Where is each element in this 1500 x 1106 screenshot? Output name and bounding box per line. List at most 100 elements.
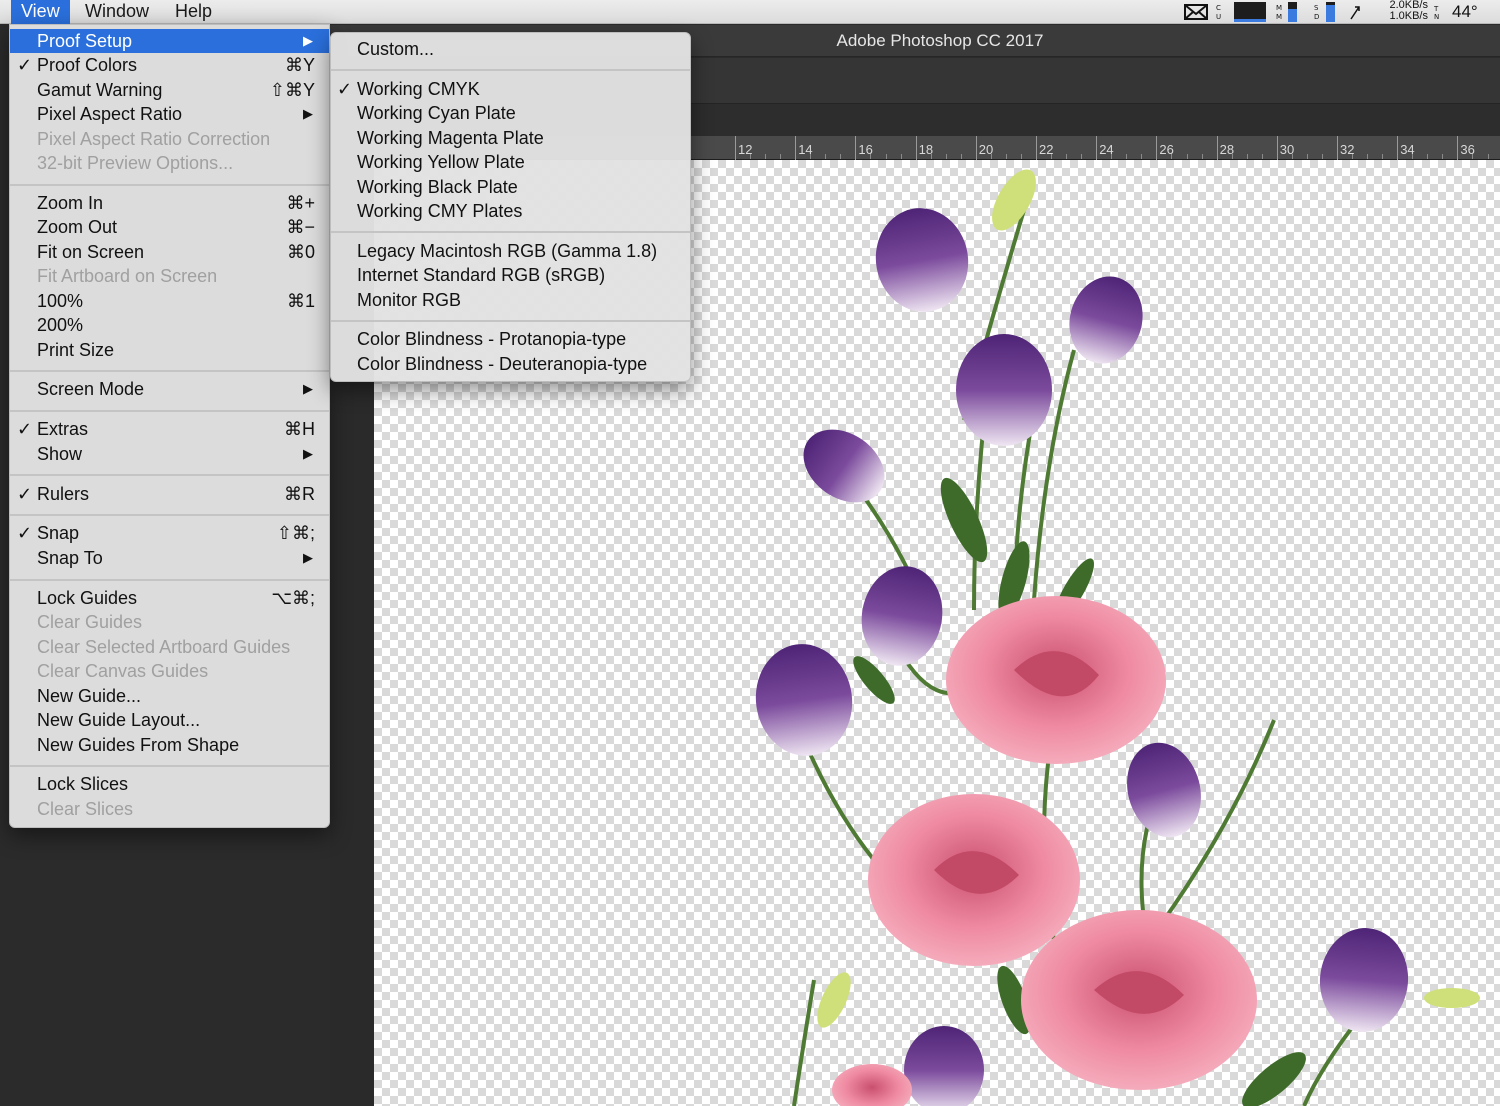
shortcut-label: ⌘1 (286, 291, 315, 311)
menu-item-label: Clear Slices (37, 799, 134, 819)
menu-item-label: 100% (37, 291, 84, 311)
menu-item-label: Working Cyan Plate (357, 103, 516, 123)
menu-item-screen-mode[interactable]: Screen Mode ▶ (10, 377, 329, 401)
menu-item-zoom-in[interactable]: Zoom In ⌘+ (10, 191, 329, 215)
temperature-readout[interactable]: 44° (1452, 2, 1478, 22)
ruler-tick (975, 136, 977, 160)
ruler-tick (1337, 136, 1338, 160)
shortcut-label: ⌘+ (286, 193, 315, 213)
submenu-arrow-icon: ▶ (303, 381, 313, 396)
menu-item-extras[interactable]: ✓ Extras ⌘H (10, 417, 329, 441)
menu-item-print-size[interactable]: Print Size (10, 338, 329, 362)
ruler-minor-tick (1126, 154, 1128, 159)
ruler-minor-tick (1427, 154, 1429, 159)
menu-item-proof-setup[interactable]: Proof Setup ▶ (10, 29, 329, 53)
ruler-minor-tick (750, 154, 752, 159)
menu-item-fit-on-screen[interactable]: Fit on Screen ⌘0 (10, 240, 329, 264)
svg-text:M: M (1276, 13, 1282, 21)
menu-item-label: Rulers (37, 484, 90, 504)
menu-item-new-guides-from-shape[interactable]: New Guides From Shape (10, 733, 329, 757)
menu-item-working-cyan-plate[interactable]: Working Cyan Plate (331, 101, 690, 125)
svg-text:D: D (1314, 13, 1319, 21)
mail-icon[interactable] (1184, 3, 1208, 21)
menu-item-working-black-plate[interactable]: Working Black Plate (331, 175, 690, 199)
menu-view[interactable]: View (11, 0, 70, 24)
menu-item-lock-guides[interactable]: Lock Guides ⌥⌘; (10, 586, 329, 610)
menu-item-label: Print Size (37, 340, 115, 360)
menu-item-working-yellow-plate[interactable]: Working Yellow Plate (331, 150, 690, 174)
cpu-meter-icon[interactable]: C U (1216, 2, 1268, 22)
menu-item-label: Internet Standard RGB (sRGB) (357, 265, 606, 285)
menu-item-show[interactable]: Show ▶ (10, 442, 329, 466)
svg-text:C: C (1216, 4, 1221, 12)
ruler-minor-tick (1306, 154, 1308, 159)
menu-item-label: Fit on Screen (37, 242, 145, 262)
menu-item-lock-slices[interactable]: Lock Slices (10, 772, 329, 796)
checkmark-icon: ✓ (337, 79, 353, 99)
ruler-minor-tick (1442, 154, 1444, 159)
menu-item-zoom-out[interactable]: Zoom Out ⌘− (10, 215, 329, 239)
disk-meter-icon[interactable]: S D (1314, 2, 1336, 22)
menu-item-200[interactable]: 200% (10, 313, 329, 337)
menu-item-working-cmy-plates[interactable]: Working CMY Plates (331, 199, 690, 223)
menu-item-internet-standard-rgb-srgb[interactable]: Internet Standard RGB (sRGB) (331, 263, 690, 287)
ruler-tick (1156, 136, 1158, 160)
shortcut-label: ⌘R (284, 484, 315, 504)
menu-item-label: Clear Canvas Guides (37, 661, 209, 681)
menu-item-monitor-rgb[interactable]: Monitor RGB (331, 288, 690, 312)
svg-text:N: N (1434, 13, 1439, 21)
ruler-minor-tick (825, 154, 827, 159)
ruler-minor-tick (945, 154, 947, 159)
ruler-tick (1276, 136, 1278, 160)
menu-item-snap[interactable]: ✓ Snap ⇧⌘; (10, 521, 329, 545)
menu-item-gamut-warning[interactable]: Gamut Warning ⇧⌘Y (10, 78, 329, 102)
proof-setup-submenu: Custom... ✓ Working CMYK Working Cyan Plate… (330, 32, 691, 382)
menu-item-snap-to[interactable]: Snap To ▶ (10, 546, 329, 570)
menu-item-rulers[interactable]: ✓ Rulers ⌘R (10, 482, 329, 506)
ruler-tick (1457, 136, 1459, 160)
shortcut-label: ⌘0 (286, 242, 315, 262)
checkmark-icon: ✓ (17, 419, 33, 439)
ruler-minor-tick (1367, 154, 1369, 159)
ruler-minor-tick (1472, 154, 1474, 159)
menu-item-label: Proof Colors (37, 55, 138, 75)
ruler-tick (735, 136, 736, 160)
menu-separator (10, 410, 329, 412)
menu-item-working-magenta-plate[interactable]: Working Magenta Plate (331, 126, 690, 150)
ruler-minor-tick (1141, 154, 1143, 159)
shortcut-label: ⌥⌘; (271, 588, 315, 608)
menu-item-new-guide-layout[interactable]: New Guide Layout... (10, 708, 329, 732)
menu-item-label: Lock Guides (37, 588, 138, 608)
menu-item-label: Gamut Warning (37, 80, 163, 100)
menu-item-100[interactable]: 100% ⌘1 (10, 289, 329, 313)
memory-meter-icon[interactable]: M M (1276, 2, 1298, 22)
menu-item-custom[interactable]: Custom... (331, 37, 690, 61)
submenu-arrow-icon: ▶ (303, 106, 313, 121)
menu-item-clear-guides: Clear Guides (10, 610, 329, 634)
menu-item-pixel-aspect-ratio-correction: Pixel Aspect Ratio Correction (10, 127, 329, 151)
menu-item-color-blindness-protanopia-type[interactable]: Color Blindness - Protanopia-type (331, 327, 690, 351)
menu-item-label: Zoom Out (37, 217, 118, 237)
ruler-tick (915, 136, 917, 160)
menu-help[interactable]: Help (165, 0, 222, 24)
menu-item-new-guide[interactable]: New Guide... (10, 684, 329, 708)
ruler-minor-tick (1201, 154, 1203, 159)
menu-item-color-blindness-deuteranopia-type[interactable]: Color Blindness - Deuteranopia-type (331, 352, 690, 376)
menu-item-proof-colors[interactable]: ✓ Proof Colors ⌘Y (10, 53, 329, 77)
menu-item-label: 200% (37, 315, 84, 335)
checkmark-icon: ✓ (17, 55, 33, 75)
ruler-minor-tick (810, 154, 812, 159)
ruler-minor-tick (930, 154, 932, 159)
menu-item-label: Color Blindness - Protanopia-type (357, 329, 627, 349)
menu-item-legacy-macintosh-rgb-gamma-1-8[interactable]: Legacy Macintosh RGB (Gamma 1.8) (331, 239, 690, 263)
menu-item-clear-selected-artboard-guides: Clear Selected Artboard Guides (10, 635, 329, 659)
menu-item-working-cmyk[interactable]: ✓ Working CMYK (331, 77, 690, 101)
ruler-minor-tick (765, 154, 767, 159)
menu-item-label: Zoom In (37, 193, 104, 213)
menu-item-label: Clear Guides (37, 612, 143, 632)
menu-item-pixel-aspect-ratio[interactable]: Pixel Aspect Ratio ▶ (10, 102, 329, 126)
network-speed-readout: 2.0KB/s 1.0KB/s (1389, 0, 1428, 22)
menu-item-label: Working CMYK (357, 79, 480, 99)
ruler-tick (1096, 136, 1098, 160)
menu-window[interactable]: Window (75, 0, 159, 24)
